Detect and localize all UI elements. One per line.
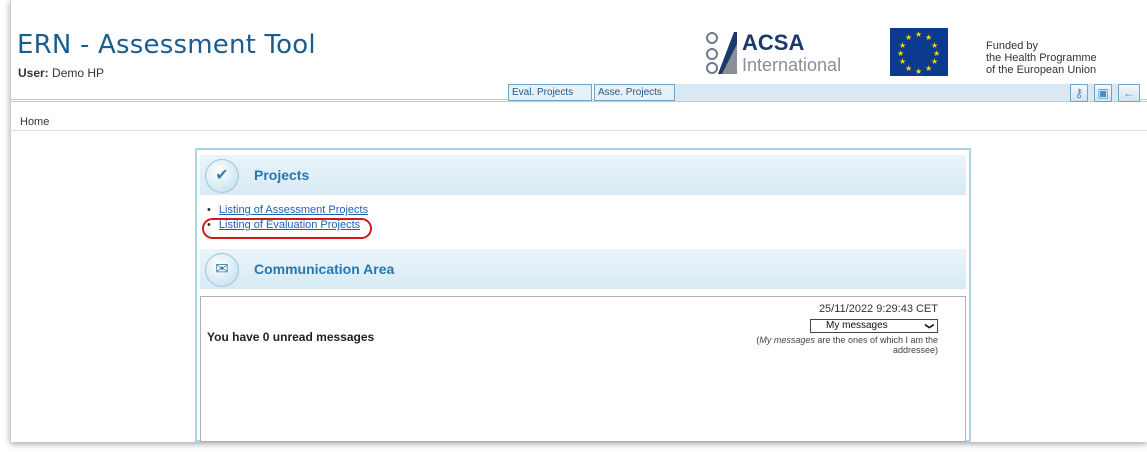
filter-note: (My messages are the ones of which I am …: [756, 335, 938, 355]
eu-flag-icon: ★ ★ ★ ★ ★ ★ ★ ★ ★ ★ ★ ★: [890, 28, 948, 76]
acsa-mark-icon: [706, 32, 737, 74]
communication-header: ✉ Communication Area: [200, 249, 966, 289]
highlight-annotation: [202, 218, 372, 239]
user-label: User:: [18, 66, 49, 80]
projects-title: Projects: [254, 167, 310, 183]
lock-icon[interactable]: ▣: [1094, 84, 1112, 102]
key-icon[interactable]: ⚷: [1070, 84, 1088, 102]
user-name: Demo HP: [52, 66, 105, 80]
assessment-projects-link[interactable]: Listing of Assessment Projects: [219, 204, 368, 216]
app-title: ERN - Assessment Tool: [17, 30, 316, 60]
funded-line-1: Funded by: [986, 40, 1038, 52]
nav-strip: [675, 84, 1135, 101]
chevron-down-icon: ❯: [925, 322, 936, 330]
main-panel: ✔ Projects Listing of Assessment Project…: [195, 148, 971, 442]
note-rest: are the ones of which I am the addressee: [817, 335, 938, 355]
eval-projects-button[interactable]: Eval. Projects: [508, 84, 592, 101]
asse-projects-button[interactable]: Asse. Projects: [594, 84, 675, 101]
timestamp: 25/11/2022 9:29:43 CET: [818, 303, 938, 315]
user-info: User: Demo HP: [18, 66, 104, 80]
back-arrow-icon[interactable]: ←: [1118, 84, 1140, 102]
unread-count: You have 0 unread messages: [207, 330, 375, 344]
communication-title: Communication Area: [254, 261, 395, 277]
messages-filter-select[interactable]: My messages ❯: [810, 319, 938, 333]
acsa-logo: ACSA International: [704, 30, 884, 78]
filter-value: My messages: [826, 320, 888, 331]
funded-line-2: the Health Programme: [986, 52, 1097, 64]
acsa-sub: International: [742, 55, 842, 75]
breadcrumb-home[interactable]: Home: [20, 116, 49, 128]
funded-line-3: of the European Union: [986, 64, 1097, 76]
acsa-name: ACSA: [742, 30, 805, 55]
list-item: Listing of Assessment Projects: [207, 204, 368, 216]
projects-header: ✔ Projects: [200, 155, 966, 195]
funding-note: Funded by the Health Programme of the Eu…: [986, 40, 1097, 76]
messages-icon: ✉: [205, 253, 239, 287]
projects-icon: ✔: [205, 159, 239, 193]
messages-box: 25/11/2022 9:29:43 CET You have 0 unread…: [200, 296, 966, 442]
note-emph: My messages: [759, 335, 815, 345]
breadcrumb-bar: [10, 111, 1147, 131]
